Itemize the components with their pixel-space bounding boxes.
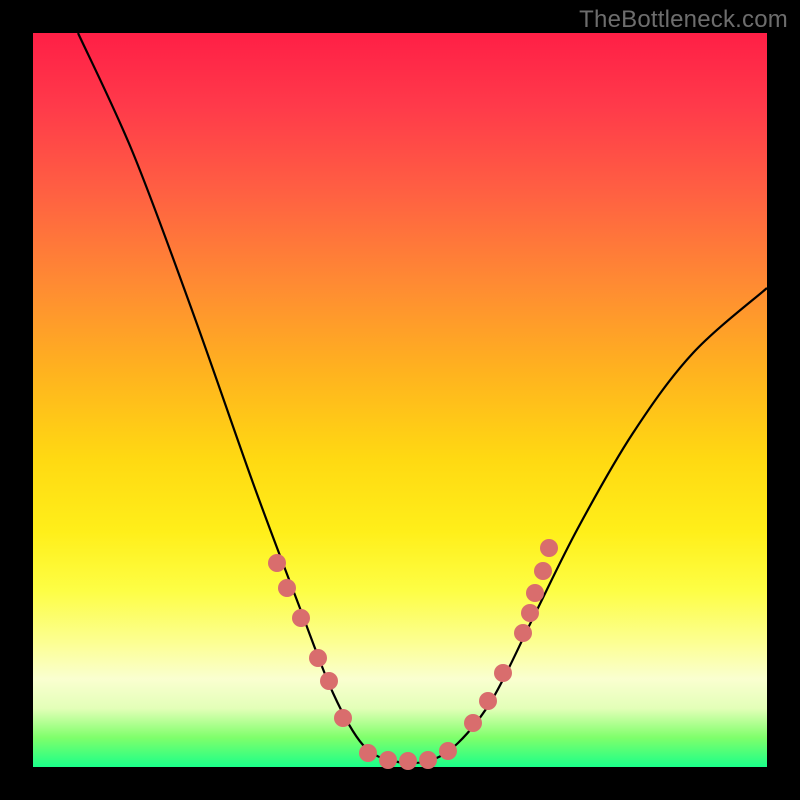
chart-svg — [33, 33, 767, 767]
data-dot — [399, 752, 417, 770]
data-dot — [379, 751, 397, 769]
data-dot — [534, 562, 552, 580]
data-dot — [292, 609, 310, 627]
data-dot — [320, 672, 338, 690]
plot-area — [33, 33, 767, 767]
data-dot — [419, 751, 437, 769]
outer-frame: TheBottleneck.com — [0, 0, 800, 800]
data-dot — [309, 649, 327, 667]
data-dot — [521, 604, 539, 622]
data-dot — [278, 579, 296, 597]
data-dot — [514, 624, 532, 642]
data-dot — [479, 692, 497, 710]
data-dot — [464, 714, 482, 732]
data-dot — [526, 584, 544, 602]
data-dot — [439, 742, 457, 760]
watermark-text: TheBottleneck.com — [579, 6, 788, 34]
data-dot — [334, 709, 352, 727]
data-dot — [268, 554, 286, 572]
data-dot — [359, 744, 377, 762]
data-dot — [540, 539, 558, 557]
bottleneck-curve — [78, 33, 767, 763]
data-dot — [494, 664, 512, 682]
